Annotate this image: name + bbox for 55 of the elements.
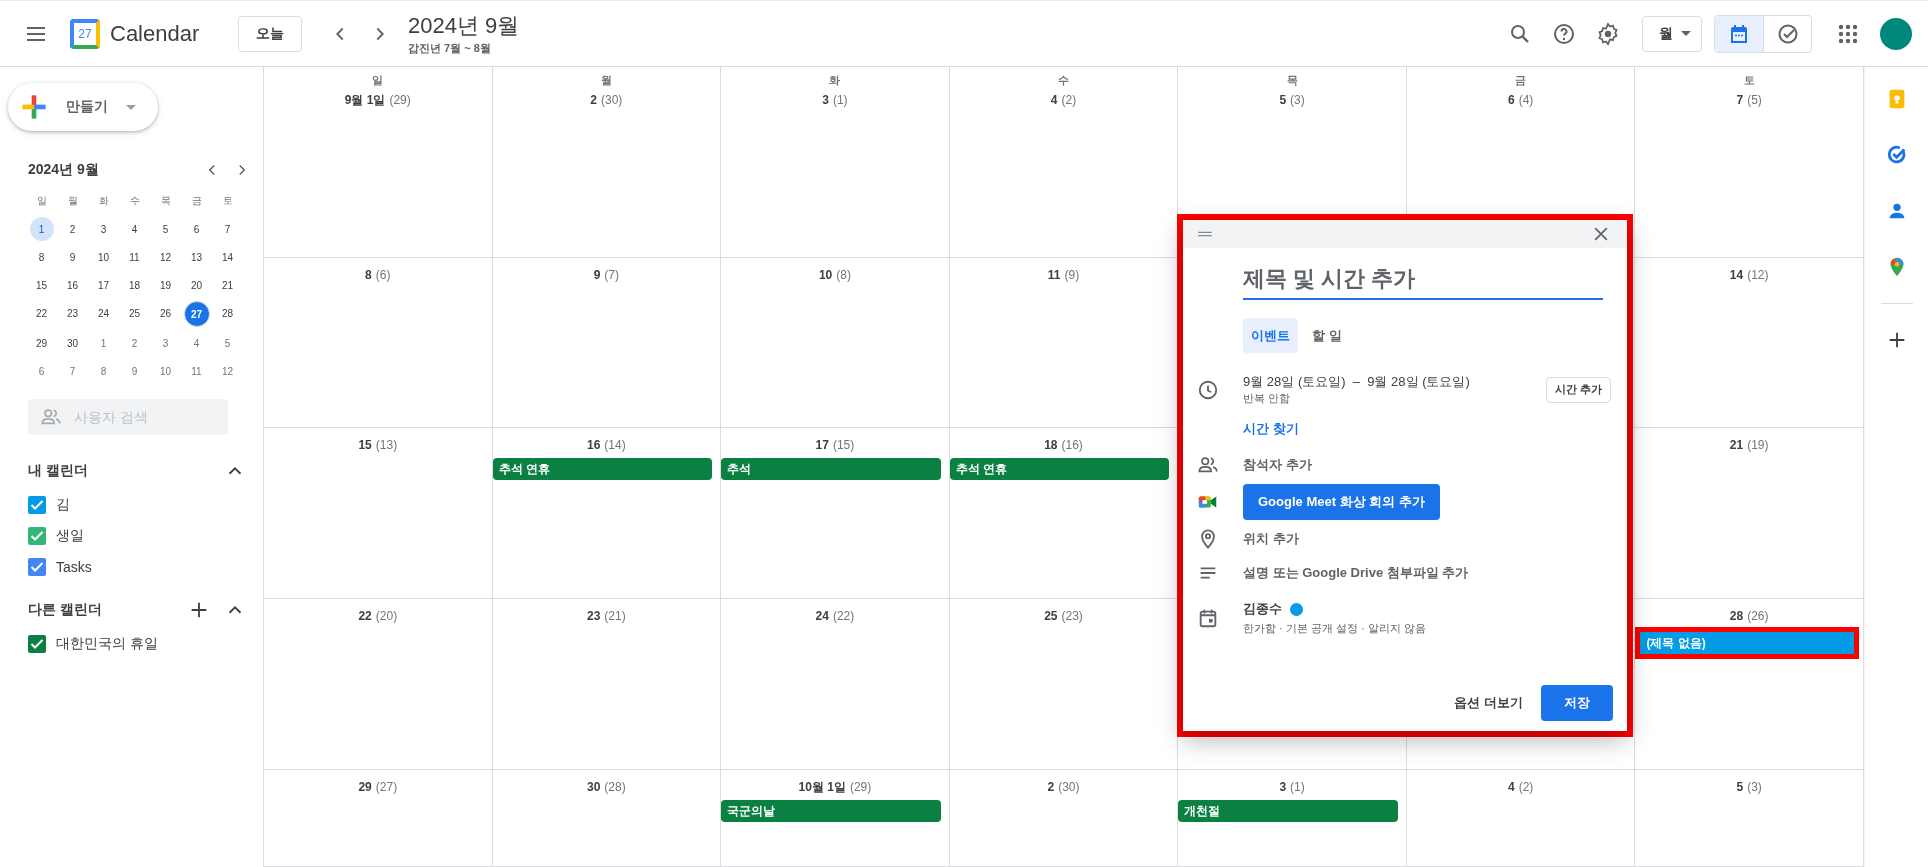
- lunar-date: (12): [1747, 268, 1769, 282]
- lunar-date: (21): [604, 609, 626, 623]
- section-title: 다른 캘린더: [28, 601, 103, 619]
- weekday-label: 월: [66, 194, 79, 208]
- calendar-name: Tasks: [56, 558, 92, 575]
- weekday-label: 금: [1515, 73, 1527, 88]
- lunar-date: (8): [836, 268, 851, 282]
- weekday-label: 일: [35, 194, 48, 208]
- lunar-date: (3): [1290, 93, 1305, 107]
- calendar-name: 생일: [56, 526, 84, 545]
- lunar-date: (22): [832, 609, 855, 623]
- lunar-date: (30): [601, 93, 623, 107]
- lunar-date: (27): [375, 780, 398, 794]
- lunar-date: (14): [604, 438, 626, 452]
- month-title: 2024년 9월: [408, 12, 520, 40]
- lunar-date: (26): [1747, 609, 1769, 623]
- weekday-label: 화: [829, 73, 841, 88]
- lunar-date: (2): [1061, 93, 1077, 107]
- lunar-date: (4): [1518, 93, 1534, 107]
- lunar-date: (5): [1747, 93, 1762, 107]
- lunar-date: (29): [389, 93, 411, 107]
- lunar-date: (16): [1061, 438, 1083, 452]
- lunar-date: (29): [849, 780, 872, 794]
- weekday-label: 목: [159, 194, 172, 208]
- weekday-label: 수: [128, 194, 141, 208]
- lunar-date: (7): [604, 268, 620, 282]
- calendar-name: 김: [56, 495, 70, 514]
- weekday-label: 일: [372, 73, 384, 88]
- weekday-label: 목: [1286, 73, 1298, 88]
- lunar-date: (6): [375, 268, 391, 282]
- weekday-label: 금: [190, 194, 203, 208]
- lunar-date: (23): [1061, 609, 1083, 623]
- calendar-logo-icon: 27: [70, 18, 100, 49]
- weekday-label: 화: [97, 194, 110, 208]
- app-name: Calendar: [110, 20, 201, 47]
- lunar-date: (13): [375, 438, 398, 452]
- lunar-date: (30): [1058, 780, 1080, 794]
- lunar-date: (3): [1747, 780, 1762, 794]
- lunar-date: (19): [1747, 438, 1769, 452]
- lunar-date: (28): [604, 780, 626, 794]
- lunar-date: (2): [1518, 780, 1534, 794]
- lunar-date: (20): [375, 609, 398, 623]
- lunar-date: (1): [1290, 780, 1305, 794]
- lunar-subtitle: 갑진년 7월 ~ 8월: [408, 41, 492, 56]
- weekday-label: 수: [1058, 73, 1069, 88]
- section-title: 내 캘린더: [28, 462, 89, 480]
- lunar-date: (1): [832, 93, 848, 107]
- lunar-date: (9): [1064, 268, 1080, 282]
- lunar-date: (15): [832, 438, 855, 452]
- weekday-label: 토: [1743, 73, 1755, 88]
- mini-calendar-title: 2024년 9월: [28, 161, 100, 179]
- calendar-name: 대한민국의 휴일: [56, 634, 158, 653]
- weekday-label: 토: [221, 194, 234, 208]
- calendar-details: 한가함 · 기본 공개 설정 · 알리지 않음: [1243, 621, 1427, 636]
- weekday-label: 월: [600, 73, 612, 88]
